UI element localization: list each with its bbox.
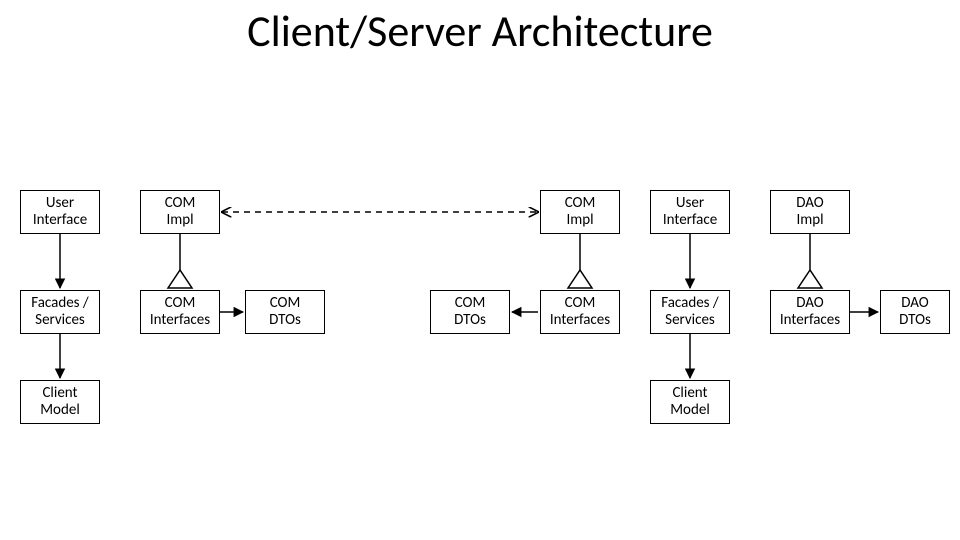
node-client-model-right: ClientModel bbox=[650, 380, 730, 424]
node-user-interface-right: UserInterface bbox=[650, 190, 730, 234]
node-com-if-left: COMInterfaces bbox=[140, 290, 220, 334]
page-title: Client/Server Architecture bbox=[0, 4, 960, 58]
node-facades-right: Facades /Services bbox=[650, 290, 730, 334]
node-com-impl-left: COMImpl bbox=[140, 190, 220, 234]
node-facades-left: Facades /Services bbox=[20, 290, 100, 334]
node-client-model-left: ClientModel bbox=[20, 380, 100, 424]
node-com-dtos-left: COMDTOs bbox=[245, 290, 325, 334]
node-dao-dtos: DAODTOs bbox=[880, 290, 950, 334]
connectors bbox=[0, 0, 960, 540]
diagram-stage: Client/Server Architecture UserInterface… bbox=[0, 0, 960, 540]
node-com-dtos-right: COMDTOs bbox=[430, 290, 510, 334]
node-dao-if: DAOInterfaces bbox=[770, 290, 850, 334]
node-com-if-right: COMInterfaces bbox=[540, 290, 620, 334]
node-com-impl-right: COMImpl bbox=[540, 190, 620, 234]
node-dao-impl: DAOImpl bbox=[770, 190, 850, 234]
node-user-interface-left: UserInterface bbox=[20, 190, 100, 234]
